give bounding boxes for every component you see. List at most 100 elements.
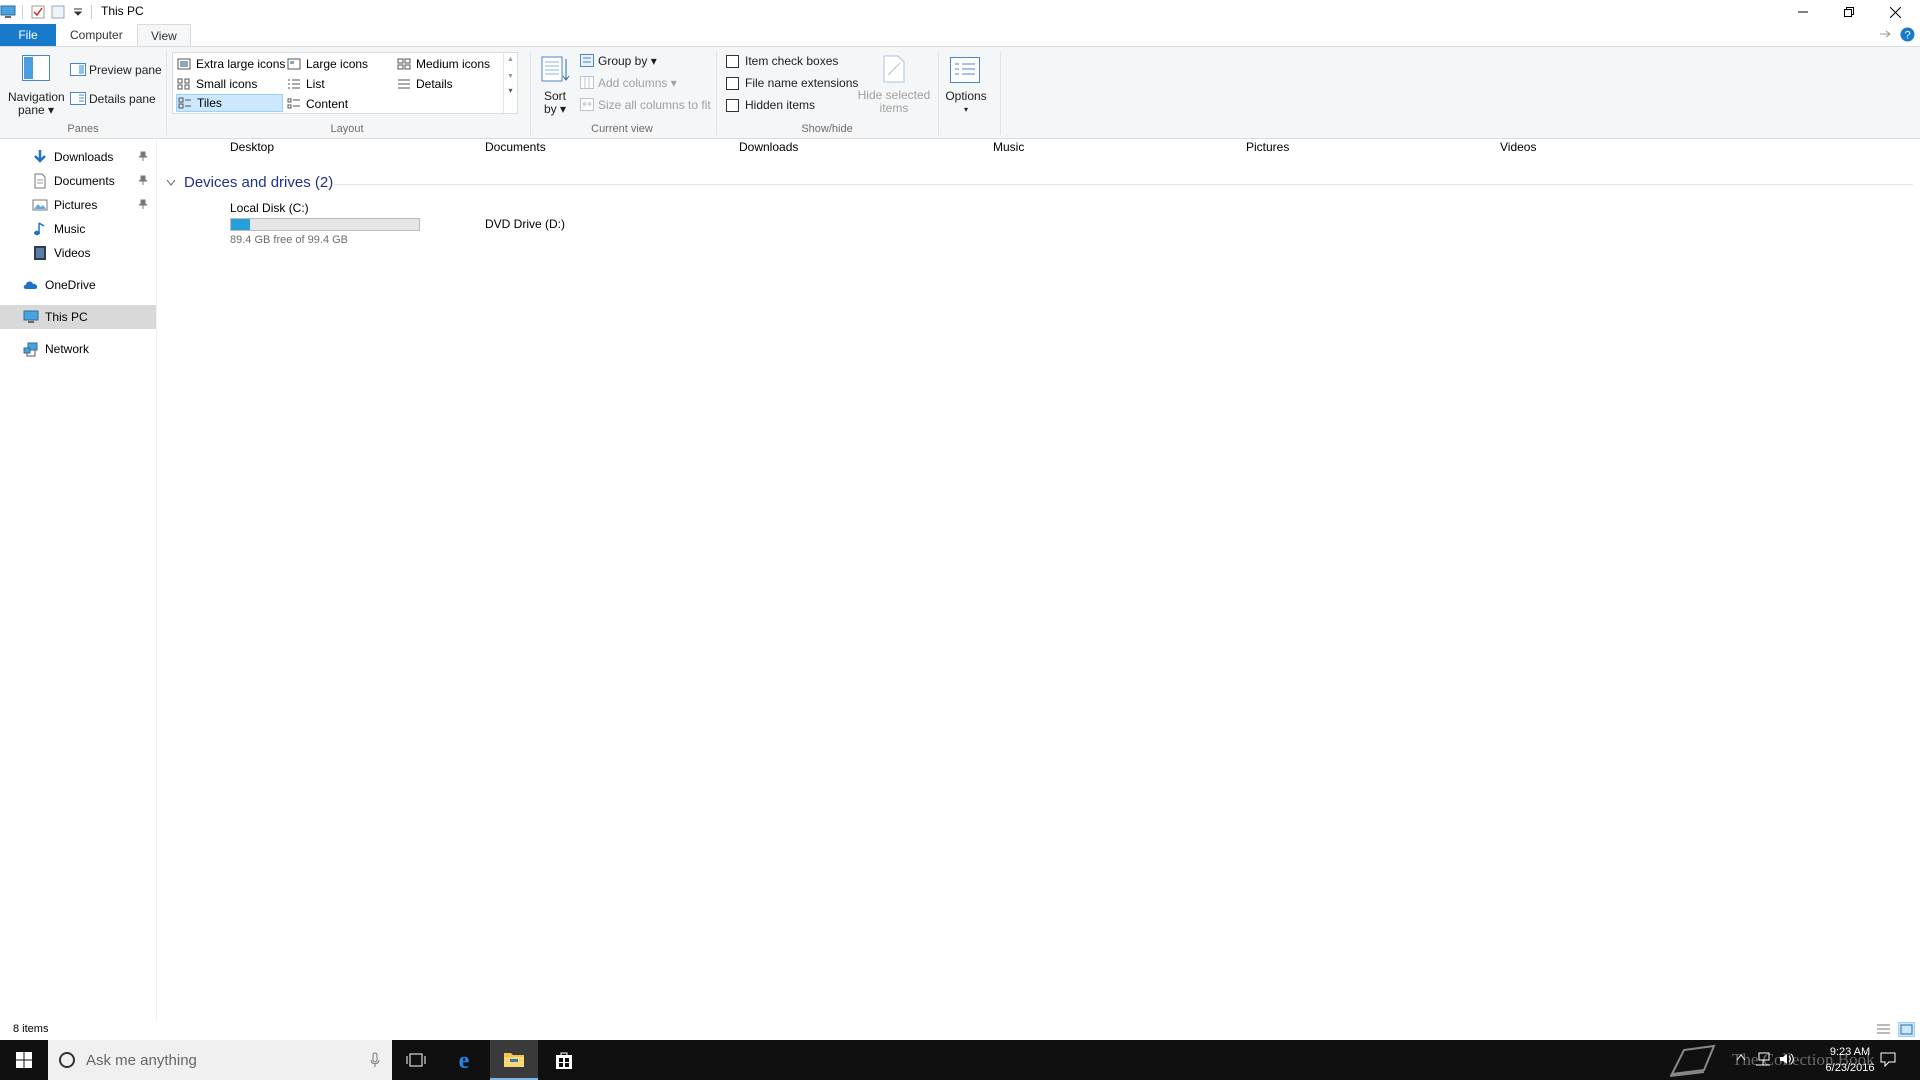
new-folder-icon[interactable] <box>51 5 65 19</box>
store-button[interactable] <box>540 1040 588 1080</box>
size-all-columns-button[interactable]: Size all columns to fit <box>598 98 711 112</box>
restore-button[interactable] <box>1826 0 1872 24</box>
action-center-icon[interactable] <box>1880 1051 1896 1067</box>
network-tray-icon[interactable] <box>1755 1052 1771 1066</box>
details-pane-button[interactable]: Details pane <box>89 92 156 106</box>
group-separator <box>166 51 167 135</box>
nav-item-label: Pictures <box>54 198 98 212</box>
microphone-icon[interactable] <box>370 1052 380 1068</box>
task-view-button[interactable] <box>392 1040 440 1080</box>
layout-small-icons[interactable]: Small icons <box>177 75 257 93</box>
layout-gallery: Extra large icons Large icons Medium ico… <box>172 52 518 114</box>
layout-item-label: Tiles <box>197 96 222 110</box>
nav-item-pictures[interactable]: Pictures <box>0 193 156 217</box>
layout-item-label: Small icons <box>196 77 258 91</box>
window-title: This PC <box>101 4 144 18</box>
group-by-button[interactable]: Group by ▾ <box>598 54 657 68</box>
navigation-pane-button[interactable]: Navigation pane ▾ <box>8 91 65 117</box>
videos-icon <box>32 245 48 261</box>
details-view-icon[interactable] <box>1876 1023 1891 1036</box>
group-separator <box>1000 51 1001 135</box>
layout-content[interactable]: Content <box>287 95 348 113</box>
layout-details[interactable]: Details <box>397 75 453 93</box>
layout-list[interactable]: List <box>287 75 325 93</box>
close-button[interactable] <box>1872 0 1918 24</box>
sort-by-icon <box>541 55 571 85</box>
nav-item-this-pc[interactable]: This PC <box>0 305 156 329</box>
layout-medium-icons[interactable]: Medium icons <box>397 55 490 73</box>
large-icons-view-icon[interactable] <box>1898 1022 1915 1037</box>
volume-icon[interactable] <box>1779 1052 1795 1066</box>
sort-by-button[interactable]: Sort by ▾ <box>538 90 572 116</box>
add-columns-icon <box>580 76 594 89</box>
folder-music[interactable]: Music <box>993 140 1024 154</box>
layout-extra-large-icons[interactable]: Extra large icons <box>177 55 285 73</box>
properties-icon[interactable] <box>31 5 45 19</box>
pin-icon <box>138 151 148 161</box>
group-by-label: Group by <box>598 54 648 68</box>
folder-desktop[interactable]: Desktop <box>230 140 274 154</box>
add-columns-button[interactable]: Add columns ▾ <box>598 76 677 90</box>
tab-file[interactable]: File <box>0 24 56 46</box>
nav-item-videos[interactable]: Videos <box>0 241 156 265</box>
tab-view[interactable]: View <box>137 24 191 47</box>
minimize-ribbon-icon[interactable] <box>1878 28 1892 40</box>
sort-by-label2: by <box>543 102 557 116</box>
item-check-boxes-checkbox[interactable] <box>726 55 739 68</box>
folder-icon <box>503 1050 525 1068</box>
hide-selected-items-button[interactable]: Hide selected items <box>856 89 932 115</box>
folder-documents[interactable]: Documents <box>485 140 546 154</box>
drive-tile-c[interactable]: Local Disk (C:) 89.4 GB free of 99.4 GB <box>230 201 430 249</box>
customize-toolbar-icon[interactable] <box>73 7 83 17</box>
cortana-icon <box>58 1051 76 1069</box>
hidden-items-label: Hidden items <box>745 98 816 112</box>
start-button[interactable] <box>0 1040 48 1080</box>
edge-button[interactable]: e <box>440 1040 488 1080</box>
show-hide-group-label: Show/hide <box>801 123 853 135</box>
pin-icon <box>138 175 148 185</box>
ribbon: Navigation pane ▾ Preview pane Details p… <box>0 46 1920 139</box>
layout-large-icons[interactable]: Large icons <box>287 55 368 73</box>
file-name-extensions-checkbox[interactable] <box>726 77 739 90</box>
list-icon <box>287 78 301 90</box>
drive-usage-fill <box>231 219 250 230</box>
navigation-pane-label2: pane <box>17 103 45 117</box>
layout-item-label: Medium icons <box>416 57 491 71</box>
content-area: Desktop Documents Downloads Music Pictur… <box>158 140 1920 1020</box>
status-bar: 8 items <box>0 1020 1920 1040</box>
nav-item-network[interactable]: Network <box>0 337 156 361</box>
options-label: Options <box>945 89 987 103</box>
quick-access-toolbar <box>0 3 98 21</box>
folder-videos[interactable]: Videos <box>1500 140 1536 154</box>
windows-logo-icon <box>16 1052 32 1068</box>
preview-pane-button[interactable]: Preview pane <box>89 63 162 77</box>
options-button[interactable]: Options ▾ <box>940 90 992 116</box>
nav-item-label: Downloads <box>54 150 114 164</box>
cortana-search-box[interactable]: Ask me anything <box>48 1040 392 1080</box>
nav-item-label: Documents <box>54 174 115 188</box>
layout-tiles[interactable]: Tiles <box>176 94 283 112</box>
documents-icon <box>32 173 48 189</box>
show-hidden-icons-chevron[interactable] <box>1736 1053 1746 1061</box>
svg-text:?: ? <box>1904 30 1910 42</box>
group-separator <box>530 51 531 135</box>
folder-pictures[interactable]: Pictures <box>1246 140 1289 154</box>
task-view-icon <box>406 1052 426 1068</box>
gallery-scroll[interactable]: ▲ ▼ ▾ <box>503 53 517 113</box>
file-explorer-button[interactable] <box>490 1040 538 1080</box>
search-placeholder: Ask me anything <box>86 1051 197 1069</box>
group-header[interactable]: Devices and drives (2) <box>166 174 333 191</box>
nav-item-music[interactable]: Music <box>0 217 156 241</box>
nav-item-downloads[interactable]: Downloads <box>0 145 156 169</box>
drive-tile-d[interactable]: DVD Drive (D:) <box>485 217 565 231</box>
nav-item-documents[interactable]: Documents <box>0 169 156 193</box>
nav-item-onedrive[interactable]: OneDrive <box>0 273 156 297</box>
nav-item-label: Network <box>45 342 90 356</box>
tab-computer[interactable]: Computer <box>57 24 136 46</box>
folder-downloads[interactable]: Downloads <box>739 140 798 154</box>
small-icons-icon <box>177 78 191 90</box>
minimize-button[interactable] <box>1780 0 1826 24</box>
help-icon[interactable]: ? <box>1900 27 1915 42</box>
chevron-down-icon <box>166 179 176 187</box>
hidden-items-checkbox[interactable] <box>726 99 739 112</box>
